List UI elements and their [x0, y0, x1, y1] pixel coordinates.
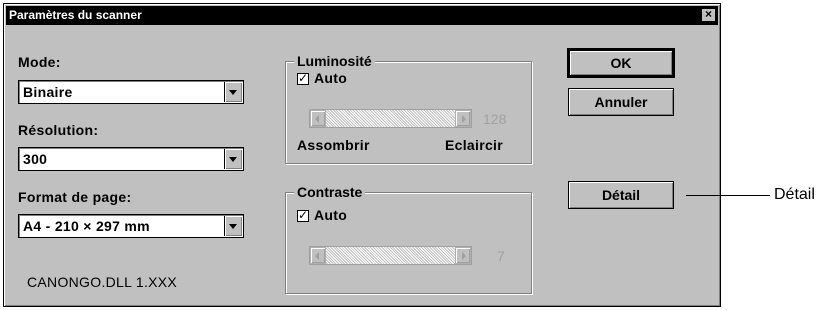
checkmark-icon: ✓ — [298, 208, 309, 222]
detail-callout-label: Détail — [774, 186, 815, 203]
cancel-button[interactable]: Annuler — [568, 88, 674, 116]
page-format-label: Format de page: — [18, 189, 132, 205]
brightness-slider[interactable] — [309, 109, 472, 128]
scroll-right-icon[interactable] — [455, 247, 471, 264]
brightness-title: Luminosité — [294, 53, 375, 69]
scroll-right-icon[interactable] — [455, 110, 471, 127]
detail-button[interactable]: Détail — [568, 181, 674, 209]
resolution-dropdown[interactable]: 300 — [18, 147, 244, 171]
window-title: Paramètres du scanner — [9, 8, 142, 22]
contrast-slider[interactable] — [309, 246, 472, 265]
close-icon: × — [704, 7, 712, 21]
contrast-auto-label: Auto — [314, 207, 348, 223]
chevron-down-icon[interactable] — [224, 149, 242, 169]
contrast-auto-checkbox[interactable]: ✓ — [297, 208, 309, 222]
brightness-value: 128 — [483, 111, 507, 127]
brightness-auto-label: Auto — [314, 70, 348, 86]
page-format-value: A4 - 210 × 297 mm — [23, 218, 150, 234]
contrast-value: 7 — [497, 248, 505, 264]
checkmark-icon: ✓ — [298, 71, 309, 85]
mode-label: Mode: — [18, 54, 61, 70]
resolution-value: 300 — [23, 151, 48, 167]
close-button[interactable]: × — [701, 8, 716, 22]
page-format-dropdown[interactable]: A4 - 210 × 297 mm — [18, 214, 244, 238]
brightness-auto-checkbox[interactable]: ✓ — [297, 71, 309, 85]
chevron-down-icon[interactable] — [224, 82, 242, 102]
ok-button[interactable]: OK — [567, 48, 675, 78]
brightness-min-label: Assombrir — [297, 137, 370, 153]
mode-dropdown[interactable]: Binaire — [18, 80, 244, 104]
chevron-down-icon[interactable] — [224, 216, 242, 236]
scroll-left-icon[interactable] — [310, 247, 326, 264]
contrast-group: Contraste ✓ Auto 7 — [285, 184, 532, 294]
mode-value: Binaire — [23, 84, 73, 100]
scroll-left-icon[interactable] — [310, 110, 326, 127]
scanner-settings-dialog: Paramètres du scanner × Mode: Binaire Ré… — [3, 3, 721, 307]
resolution-label: Résolution: — [18, 122, 99, 138]
brightness-max-label: Eclaircir — [445, 137, 503, 153]
contrast-title: Contraste — [294, 184, 366, 200]
dll-version: CANONGO.DLL 1.XXX — [27, 274, 178, 290]
callout-leader-line — [686, 195, 770, 196]
title-bar: Paramètres du scanner × — [6, 6, 718, 25]
brightness-group: Luminosité ✓ Auto 128 Assombrir Eclairci… — [285, 53, 532, 164]
